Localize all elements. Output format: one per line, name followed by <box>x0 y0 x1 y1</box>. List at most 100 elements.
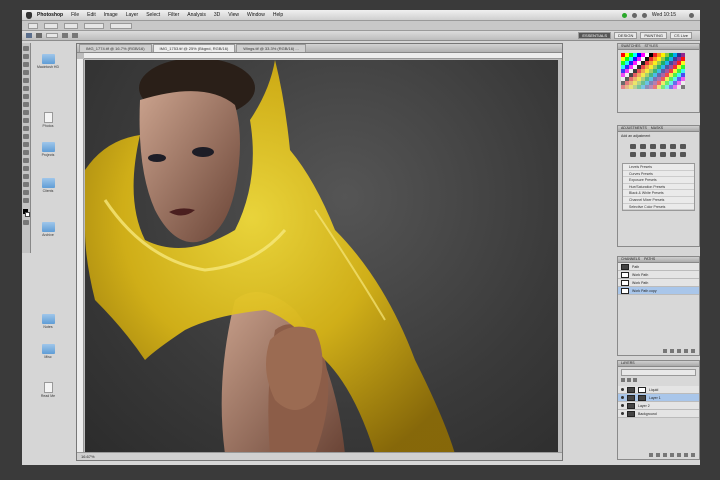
preset-item[interactable]: Selective Color Presets <box>623 204 694 211</box>
status-icon[interactable] <box>621 12 627 18</box>
vertical-ruler[interactable] <box>77 59 84 452</box>
desktop-icon[interactable]: Read Me <box>33 382 63 398</box>
dodge-tool-icon[interactable] <box>23 142 29 147</box>
desktop-icon[interactable]: Clients <box>33 178 63 193</box>
desktop-icon[interactable]: Photos <box>33 112 63 128</box>
layer-row[interactable]: Layer 2 <box>618 402 699 410</box>
layer-row[interactable]: Background <box>618 410 699 418</box>
desktop-icon[interactable]: Projects <box>33 142 63 157</box>
horizontal-ruler[interactable] <box>84 53 562 59</box>
gradient-tool-icon[interactable] <box>23 134 29 139</box>
exposure-icon[interactable] <box>660 144 666 149</box>
adjustments-tab[interactable]: ADJUSTMENTS <box>621 126 647 131</box>
wifi-icon[interactable] <box>631 12 637 18</box>
history-brush-tool-icon[interactable] <box>23 118 29 123</box>
visibility-eye-icon[interactable] <box>621 396 624 399</box>
marquee-tool-icon[interactable] <box>23 54 29 59</box>
desktop-icon[interactable]: Misc <box>33 344 63 359</box>
menu-analysis[interactable]: Analysis <box>187 12 206 18</box>
layer-row[interactable]: Liquid <box>618 386 699 394</box>
background-color-swatch[interactable] <box>25 212 30 217</box>
cs-live-button[interactable]: CS Live <box>669 32 692 39</box>
lock-pixels-icon[interactable] <box>621 378 625 382</box>
paths-tab[interactable]: PATHS <box>644 257 655 262</box>
brush-tool-icon[interactable] <box>23 102 29 107</box>
shape-tool-icon[interactable] <box>23 174 29 179</box>
preset-item[interactable]: Exposure Presets <box>623 177 694 184</box>
visibility-eye-icon[interactable] <box>621 404 624 407</box>
invert-icon[interactable] <box>670 152 676 157</box>
option-field-2[interactable] <box>64 22 78 29</box>
quick-mask-icon[interactable] <box>23 220 29 225</box>
crop-tool-icon[interactable] <box>23 78 29 83</box>
document-tab-active[interactable]: IMG_1753.tif @ 25% (Bkgnd, RGB/16) <box>152 44 236 52</box>
add-mask-icon[interactable] <box>663 453 667 457</box>
new-layer-icon[interactable] <box>684 453 688 457</box>
menu-image[interactable]: Image <box>104 12 118 18</box>
menu-3d[interactable]: 3D <box>214 12 220 18</box>
delete-layer-icon[interactable] <box>691 453 695 457</box>
visibility-eye-icon[interactable] <box>621 388 624 391</box>
stroke-path-icon[interactable] <box>670 349 674 353</box>
option-field-1[interactable] <box>44 22 58 29</box>
workspace-design[interactable]: DESIGN <box>614 32 638 39</box>
3d-rotate-tool-icon[interactable] <box>23 182 29 187</box>
menu-view[interactable]: View <box>228 12 239 18</box>
menu-file[interactable]: File <box>71 12 79 18</box>
channel-mixer-icon[interactable] <box>660 152 666 157</box>
link-layers-icon[interactable] <box>649 453 653 457</box>
color-balance-icon[interactable] <box>630 152 636 157</box>
swatch-chip[interactable] <box>681 85 685 89</box>
workspace-painting[interactable]: PAINTING <box>640 32 667 39</box>
layers-tab[interactable]: LAYERS <box>621 361 635 366</box>
hue-saturation-icon[interactable] <box>680 144 686 149</box>
new-group-icon[interactable] <box>677 453 681 457</box>
curves-icon[interactable] <box>650 144 656 149</box>
menu-app-name[interactable]: Photoshop <box>37 12 63 18</box>
option-field-4[interactable] <box>110 22 132 29</box>
option-field-3[interactable] <box>84 22 104 29</box>
spotlight-icon[interactable] <box>689 12 694 18</box>
fill-path-icon[interactable] <box>663 349 667 353</box>
desktop-icon[interactable]: Archive <box>33 222 63 237</box>
move-tool-icon[interactable] <box>23 46 29 51</box>
apple-menu-icon[interactable] <box>26 11 32 19</box>
healing-brush-tool-icon[interactable] <box>23 94 29 99</box>
launch-bridge-icon[interactable] <box>26 33 32 38</box>
menu-window[interactable]: Window <box>247 12 265 18</box>
lasso-tool-icon[interactable] <box>23 62 29 67</box>
type-tool-icon[interactable] <box>23 158 29 163</box>
lock-all-icon[interactable] <box>633 378 637 382</box>
path-row[interactable]: Path <box>618 263 699 271</box>
quick-selection-tool-icon[interactable] <box>23 70 29 75</box>
eraser-tool-icon[interactable] <box>23 126 29 131</box>
clone-stamp-tool-icon[interactable] <box>23 110 29 115</box>
menu-select[interactable]: Select <box>146 12 160 18</box>
menu-clock[interactable]: Wed 10:15 <box>652 12 676 18</box>
workspace-essentials[interactable]: ESSENTIALS <box>578 32 612 39</box>
arrange-documents-icon[interactable] <box>62 33 68 38</box>
volume-icon[interactable] <box>641 12 647 18</box>
preset-item[interactable]: Channel Mixer Presets <box>623 197 694 204</box>
menu-filter[interactable]: Filter <box>168 12 179 18</box>
new-adjustment-icon[interactable] <box>670 453 674 457</box>
brightness-contrast-icon[interactable] <box>630 144 636 149</box>
styles-tab[interactable]: STYLES <box>644 44 657 49</box>
blend-mode-select[interactable] <box>621 369 696 376</box>
desktop-icon[interactable]: Notes <box>33 314 63 329</box>
load-selection-icon[interactable] <box>677 349 681 353</box>
levels-icon[interactable] <box>640 144 646 149</box>
photo-filter-icon[interactable] <box>650 152 656 157</box>
pen-tool-icon[interactable] <box>23 150 29 155</box>
posterize-icon[interactable] <box>680 152 686 157</box>
layer-mask-thumbnail[interactable] <box>638 386 646 393</box>
path-row[interactable]: Work Path <box>618 271 699 279</box>
path-row-selected[interactable]: Work Path copy <box>618 287 699 295</box>
visibility-eye-icon[interactable] <box>621 412 624 415</box>
screen-mode-icon[interactable] <box>72 33 78 38</box>
layer-style-icon[interactable] <box>656 453 660 457</box>
layer-row-selected[interactable]: Layer 1 <box>618 394 699 402</box>
image-canvas[interactable] <box>85 60 558 452</box>
path-row[interactable]: Work Path <box>618 279 699 287</box>
preset-item[interactable]: Black & White Presets <box>623 190 694 197</box>
